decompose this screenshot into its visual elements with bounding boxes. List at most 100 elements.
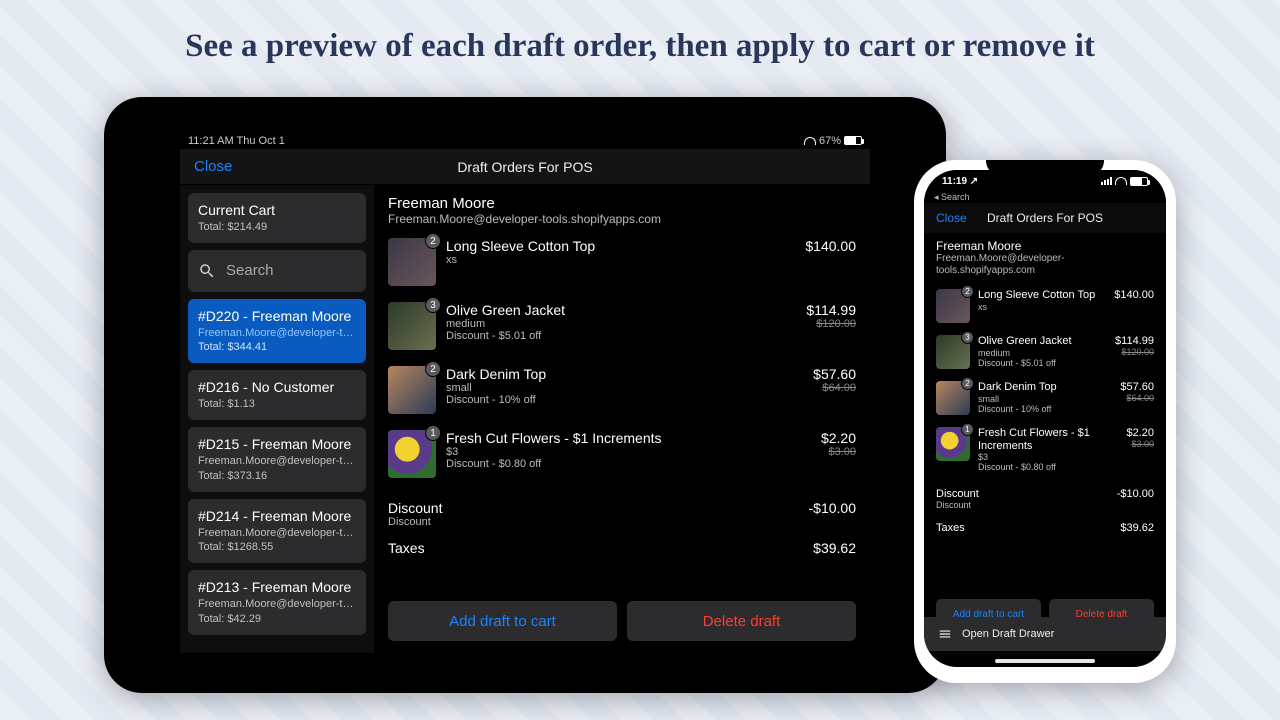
item-discount: Discount - 10% off xyxy=(978,404,1112,414)
ipad-status-battery: 67% xyxy=(804,135,862,148)
item-price: $140.00 xyxy=(805,238,856,254)
item-original-price: $120.00 xyxy=(806,318,856,330)
draft-email: Freeman.Moore@developer-t… xyxy=(198,454,356,469)
item-discount: Discount - $0.80 off xyxy=(446,458,811,470)
item-price: $114.99 xyxy=(1115,335,1154,347)
product-thumb: 3 xyxy=(936,335,970,369)
qty-badge: 2 xyxy=(425,361,441,377)
discount-value: -$10.00 xyxy=(809,500,856,528)
ipad-status-bar: 11:21 AM Thu Oct 1 67% xyxy=(180,133,870,149)
draft-list-item[interactable]: #D220 - Freeman MooreFreeman.Moore@devel… xyxy=(188,299,366,364)
current-cart-total: Total: $214.49 xyxy=(198,220,356,235)
taxes-value: $39.62 xyxy=(1120,522,1154,534)
current-cart-card[interactable]: Current Cart Total: $214.49 xyxy=(188,193,366,243)
add-draft-to-cart-button[interactable]: Add draft to cart xyxy=(388,601,617,641)
item-name: Olive Green Jacket xyxy=(978,335,1107,348)
taxes-value: $39.62 xyxy=(813,540,856,556)
taxes-label: Taxes xyxy=(936,522,965,534)
page-heading: See a preview of each draft order, then … xyxy=(0,0,1280,65)
qty-badge: 2 xyxy=(961,377,974,390)
item-name: Dark Denim Top xyxy=(446,366,803,382)
discount-sub: Discount xyxy=(388,516,442,528)
discount-row: Discount Discount -$10.00 xyxy=(936,482,1154,516)
line-item[interactable]: 2 Long Sleeve Cotton Topxs $140.00 xyxy=(374,230,870,294)
customer-email: Freeman.Moore@developer-tools.shopifyapp… xyxy=(936,253,1154,277)
discount-label: Discount xyxy=(388,500,442,516)
item-variant: xs xyxy=(446,254,795,266)
product-thumb: 2 xyxy=(388,238,436,286)
home-indicator xyxy=(995,659,1095,663)
item-name: Fresh Cut Flowers - $1 Increments xyxy=(446,430,811,446)
draft-title: #D213 - Freeman Moore xyxy=(198,578,356,597)
draft-total: Total: $344.41 xyxy=(198,340,356,355)
item-name: Long Sleeve Cotton Top xyxy=(446,238,795,254)
signal-icon xyxy=(1101,177,1112,185)
iphone-status-icons xyxy=(1101,177,1148,186)
draft-total: Total: $42.29 xyxy=(198,612,356,627)
draft-sidebar: Current Cart Total: $214.49 Search #D220… xyxy=(180,185,374,653)
item-variant: $3 xyxy=(978,452,1118,462)
customer-name: Freeman Moore xyxy=(388,195,856,212)
draft-title: #D216 - No Customer xyxy=(198,378,356,397)
drawer-label: Open Draft Drawer xyxy=(962,628,1054,640)
draft-title: #D215 - Freeman Moore xyxy=(198,435,356,454)
item-variant: xs xyxy=(978,302,1106,312)
draft-email: Freeman.Moore@developer-t… xyxy=(198,597,356,612)
qty-badge: 1 xyxy=(425,425,441,441)
line-item[interactable]: 3Olive Green JacketmediumDiscount - $5.0… xyxy=(936,329,1154,375)
ipad-nav-bar: Close Draft Orders For POS xyxy=(180,149,870,185)
qty-badge: 3 xyxy=(425,297,441,313)
draft-title: #D214 - Freeman Moore xyxy=(198,507,356,526)
item-name: Olive Green Jacket xyxy=(446,302,796,318)
delete-draft-button[interactable]: Delete draft xyxy=(627,601,856,641)
iphone-nav-bar: Close Draft Orders For POS xyxy=(924,203,1166,233)
draft-email: Freeman.Moore@developer-t… xyxy=(198,526,356,541)
draft-list-item[interactable]: #D215 - Freeman MooreFreeman.Moore@devel… xyxy=(188,427,366,492)
draft-email: Freeman.Moore@developer-t… xyxy=(198,326,356,341)
item-variant: $3 xyxy=(446,446,811,458)
item-variant: small xyxy=(446,382,803,394)
close-button[interactable]: Close xyxy=(194,158,232,175)
item-name: Dark Denim Top xyxy=(978,381,1112,394)
ipad-device: 11:21 AM Thu Oct 1 67% Close Draft Order… xyxy=(104,97,946,693)
ipad-status-time: 11:21 AM Thu Oct 1 xyxy=(188,135,285,147)
item-original-price: $120.00 xyxy=(1115,347,1154,357)
item-variant: medium xyxy=(446,318,796,330)
search-input[interactable]: Search xyxy=(188,250,366,292)
line-item[interactable]: 1 Fresh Cut Flowers - $1 Increments$3Disc… xyxy=(374,422,870,486)
item-price: $57.60 xyxy=(813,366,856,382)
qty-badge: 2 xyxy=(425,233,441,249)
iphone-device: 11:19 ↗ ◂ Search Close Draft Orders For … xyxy=(914,160,1176,683)
discount-sub: Discount xyxy=(936,500,979,510)
line-item[interactable]: 2Long Sleeve Cotton Topxs$140.00 xyxy=(936,283,1154,329)
product-thumb: 2 xyxy=(936,381,970,415)
battery-icon xyxy=(1130,177,1148,186)
current-cart-label: Current Cart xyxy=(198,201,356,220)
item-discount: Discount - 10% off xyxy=(446,394,803,406)
draft-title: #D220 - Freeman Moore xyxy=(198,307,356,326)
item-discount: Discount - $0.80 off xyxy=(978,462,1118,472)
line-item[interactable]: 1Fresh Cut Flowers - $1 Increments$3Disc… xyxy=(936,421,1154,478)
line-item[interactable]: 3 Olive Green JacketmediumDiscount - $5.0… xyxy=(374,294,870,358)
product-thumb: 1 xyxy=(388,430,436,478)
item-original-price: $3.00 xyxy=(821,446,856,458)
item-price: $2.20 xyxy=(821,430,856,446)
discount-value: -$10.00 xyxy=(1117,488,1154,510)
qty-badge: 2 xyxy=(961,285,974,298)
product-thumb: 2 xyxy=(388,366,436,414)
line-item[interactable]: 2 Dark Denim TopsmallDiscount - 10% off $5… xyxy=(374,358,870,422)
iphone-status-bar: 11:19 ↗ xyxy=(924,170,1166,192)
item-discount: Discount - $5.01 off xyxy=(446,330,796,342)
menu-icon xyxy=(938,627,952,641)
back-to-search-link[interactable]: ◂ Search xyxy=(924,192,1166,203)
product-thumb: 2 xyxy=(936,289,970,323)
draft-list-item[interactable]: #D214 - Freeman MooreFreeman.Moore@devel… xyxy=(188,499,366,564)
open-draft-drawer-button[interactable]: Open Draft Drawer xyxy=(924,617,1166,651)
draft-list-item[interactable]: #D213 - Freeman MooreFreeman.Moore@devel… xyxy=(188,570,366,635)
line-item[interactable]: 2Dark Denim TopsmallDiscount - 10% off$5… xyxy=(936,375,1154,421)
draft-detail: Freeman Moore Freeman.Moore@developer-to… xyxy=(374,185,870,653)
draft-list-item[interactable]: #D216 - No CustomerTotal: $1.13 xyxy=(188,370,366,420)
close-button[interactable]: Close xyxy=(936,211,967,225)
taxes-row: Taxes $39.62 xyxy=(936,516,1154,540)
discount-label: Discount xyxy=(936,488,979,500)
